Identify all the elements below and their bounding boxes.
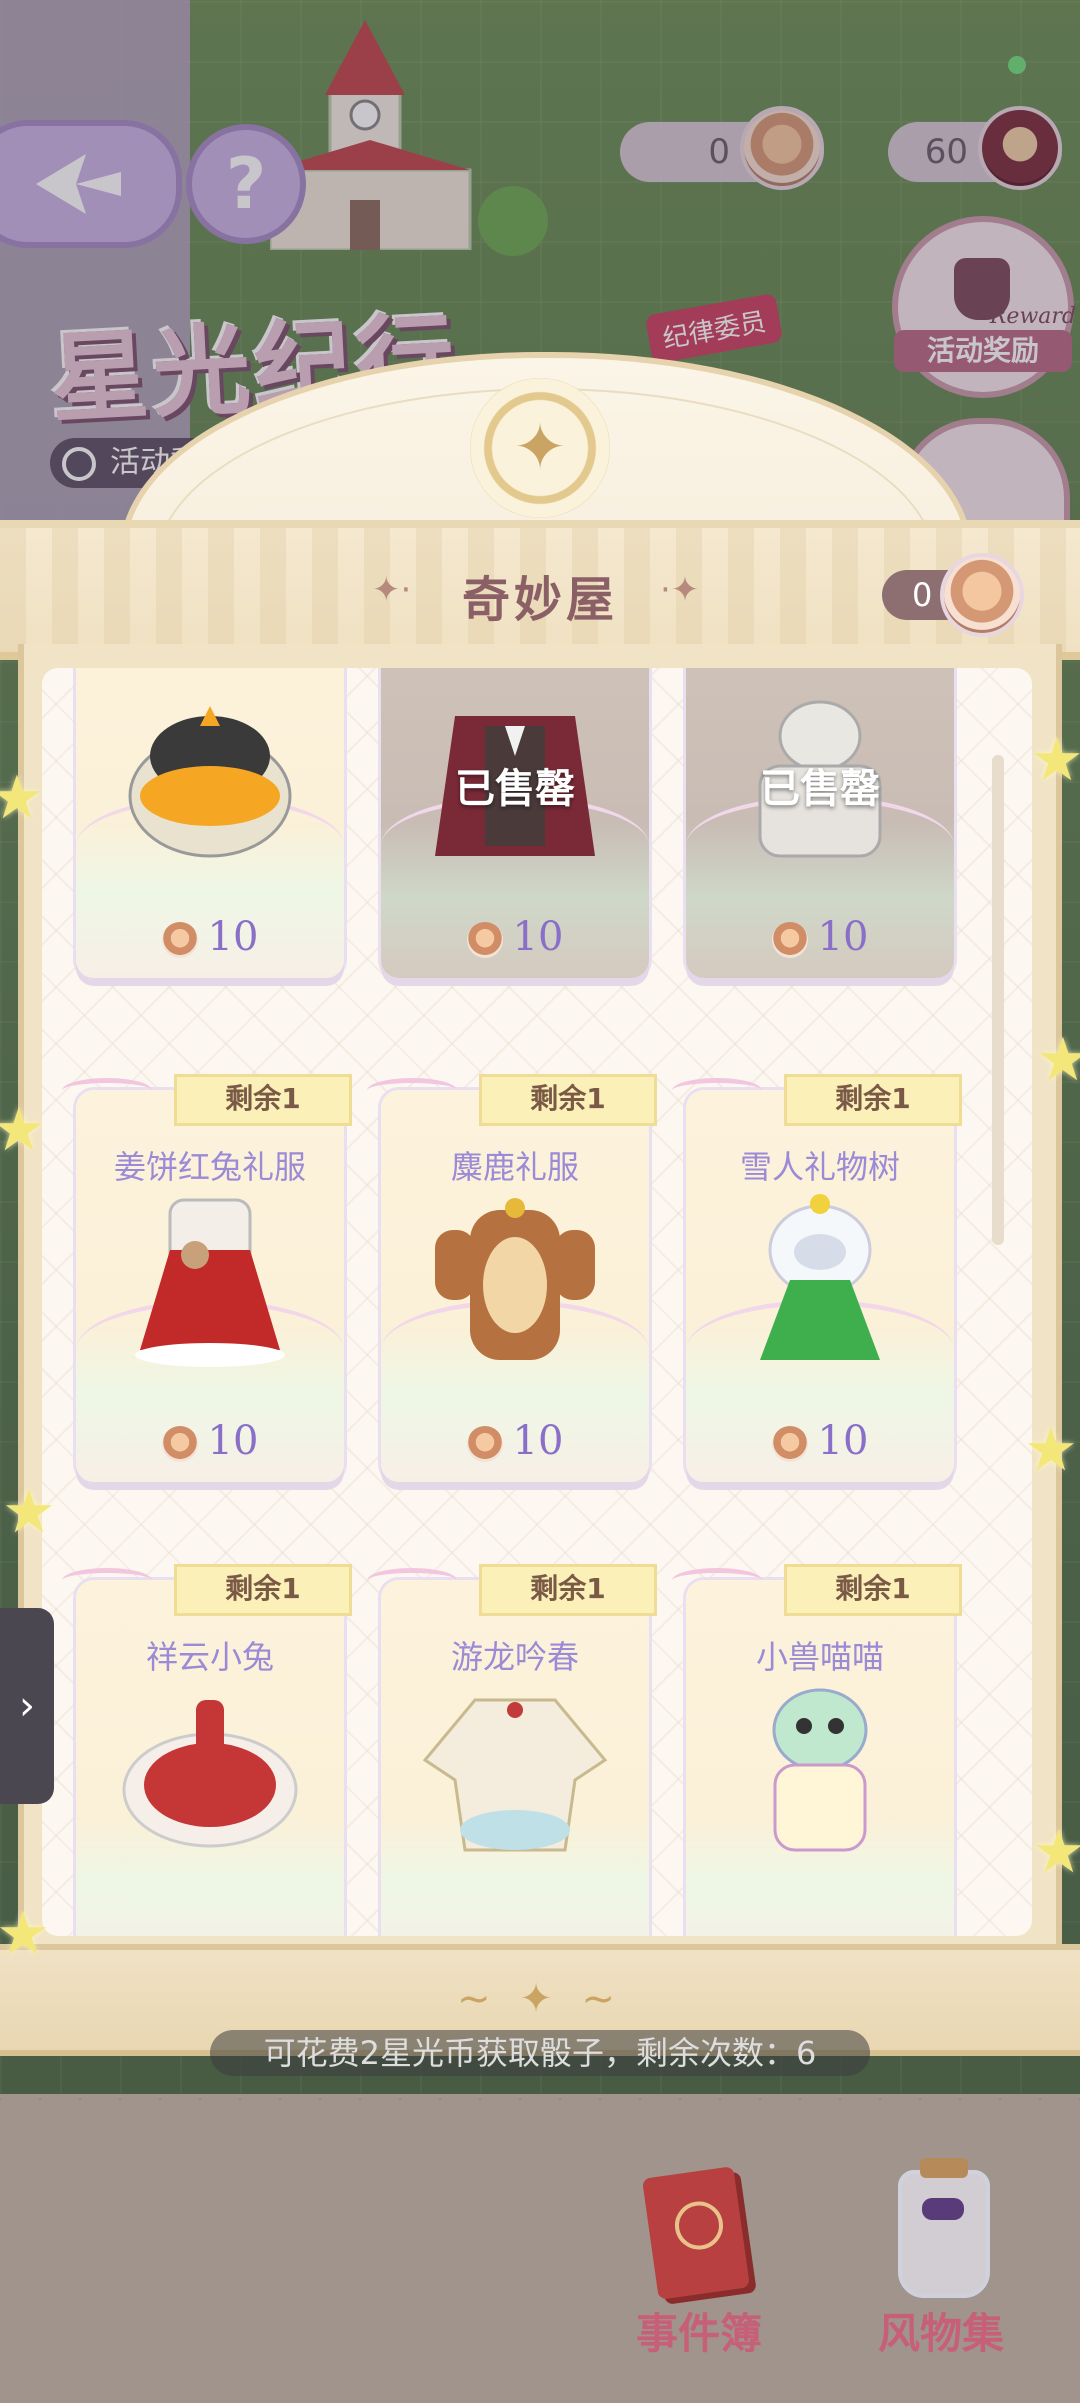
stock-tag: 剩余1 <box>784 1074 962 1126</box>
stock-tag: 剩余1 <box>784 1564 962 1616</box>
shop-item-card[interactable]: 剩余1 雪人礼物树 10 <box>672 1074 962 1482</box>
stock-tag: 剩余1 <box>174 1564 352 1616</box>
item-price: 10 <box>381 1416 649 1466</box>
shop-emblem: ✦ <box>470 378 610 518</box>
item-dragon-robe-art <box>422 1698 608 1852</box>
card-ribbon <box>367 1568 457 1593</box>
item-name: 游龙吟春 <box>450 1638 579 1676</box>
shop-item-card[interactable]: 剩余1 麋鹿礼服 10 <box>367 1074 657 1482</box>
item-name: 雪人礼物树 <box>739 1148 900 1186</box>
shop-item-grid[interactable]: 10 已售罄 10 已售罄 10 剩余1 姜饼红兔礼服 10 剩余1 麋鹿礼服 … <box>42 668 1032 1936</box>
card-ribbon <box>672 1078 762 1103</box>
emblem-star-icon: ✦ <box>513 411 567 485</box>
events-button-label[interactable]: 事件簿 <box>636 2300 762 2361</box>
shop-item-card[interactable]: 剩余1 姜饼红兔礼服 10 <box>62 1074 352 1482</box>
card-ribbon <box>367 1078 457 1103</box>
item-gingerbread-dress-art <box>135 1198 285 1367</box>
card-ribbon <box>672 1568 762 1593</box>
coin-icon <box>466 1426 503 1462</box>
item-name: 祥云小兔 <box>145 1638 274 1676</box>
side-drawer-toggle[interactable]: › <box>0 1608 54 1804</box>
item-price: 10 <box>76 1416 344 1466</box>
coin-icon <box>944 557 1020 633</box>
star-decoration: ★ <box>0 763 44 833</box>
sold-out-label: 已售罄 <box>760 766 880 812</box>
shop-item-card-sold: 已售罄 10 <box>381 668 649 978</box>
coin-balance-value: 0 <box>912 576 933 614</box>
item-name: 姜饼红兔礼服 <box>113 1148 306 1186</box>
coin-icon <box>161 1426 198 1462</box>
coin-icon <box>771 922 808 958</box>
star-decoration: ★ <box>0 1095 46 1165</box>
stock-tag: 剩余1 <box>174 1074 352 1126</box>
stock-tag: 剩余1 <box>479 1074 657 1126</box>
my-coin-balance[interactable]: 0 <box>882 557 1020 633</box>
item-price: 10 <box>686 1416 954 1466</box>
coin-icon <box>466 922 503 958</box>
coin-icon <box>161 922 198 958</box>
item-cloud-bunny-art <box>122 1700 298 1848</box>
item-name: 小兽喵喵 <box>755 1638 884 1676</box>
book-icon[interactable] <box>641 2166 751 2300</box>
item-hat-outfit-art <box>128 706 292 858</box>
item-name: 麋鹿礼服 <box>450 1148 579 1186</box>
stock-tag: 剩余1 <box>479 1564 657 1616</box>
jar-icon[interactable] <box>898 2158 990 2298</box>
collection-button-label[interactable]: 风物集 <box>878 2300 1004 2361</box>
item-price: 10 <box>381 912 649 962</box>
card-ribbon <box>62 1078 152 1103</box>
shop-item-card[interactable]: 剩余1 小兽喵喵 <box>672 1564 962 1936</box>
bottom-bar-scallop <box>0 2094 1080 2124</box>
star-decoration: ★ <box>1024 1415 1078 1485</box>
star-decoration: ★ <box>2 1477 56 1547</box>
item-price: 10 <box>76 912 344 962</box>
item-reindeer-suit-art <box>435 1198 595 1360</box>
shop-item-card[interactable]: 剩余1 祥云小兔 <box>62 1564 352 1936</box>
bottom-ornament: ~ ✦ ~ <box>457 1976 623 2022</box>
card-ribbon <box>62 1568 152 1593</box>
dice-hint-text: 可花费2星光币获取骰子，剩余次数：6 <box>210 2030 870 2076</box>
star-decoration: ★ <box>1032 1817 1080 1887</box>
star-decoration: ★ <box>1030 725 1080 795</box>
shop-item-card[interactable]: 10 <box>76 668 344 978</box>
item-snowman-tree-art <box>760 1194 880 1360</box>
item-price: 10 <box>686 912 954 962</box>
star-decoration: ★ <box>0 1899 50 1969</box>
chevron-right-icon: › <box>19 1683 35 1729</box>
sold-out-label: 已售罄 <box>455 766 575 812</box>
coin-icon <box>771 1426 808 1462</box>
shop-item-card[interactable]: 剩余1 游龙吟春 <box>367 1564 657 1936</box>
item-lion-dance-art <box>772 1688 868 1852</box>
title-deco-right: ·✦ <box>660 570 700 610</box>
grid-scrollbar-thumb[interactable] <box>992 755 1004 1245</box>
shop-item-card-sold: 已售罄 10 <box>686 668 954 978</box>
star-decoration: ★ <box>1036 1025 1080 1095</box>
